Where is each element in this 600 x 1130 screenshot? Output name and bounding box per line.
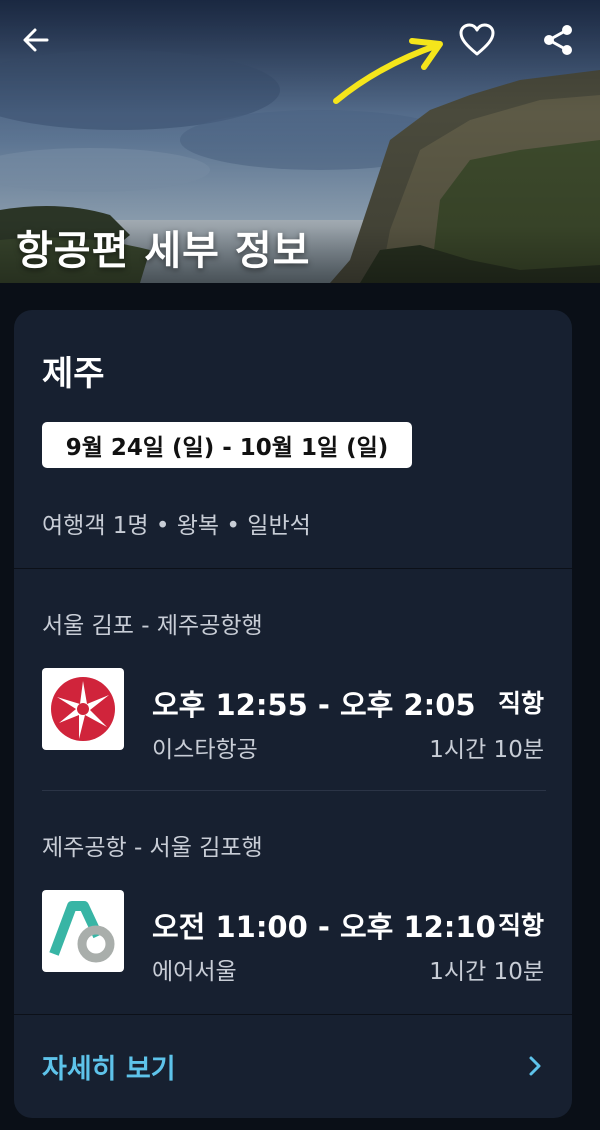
trip-summary: 여행객 1명 • 왕복 • 일반석 [42, 513, 311, 539]
return-flight-times: 오전 11:00 - 오후 12:10 [152, 910, 496, 944]
destination-title: 제주 [42, 354, 105, 394]
view-details-label: 자세히 보기 [42, 1053, 176, 1085]
share-icon [544, 25, 572, 55]
annotation-arrow [333, 38, 443, 104]
outbound-flight-times: 오후 12:55 - 오후 2:05 [152, 688, 476, 722]
page-title: 항공편 세부 정보 [16, 228, 311, 274]
air-seoul-logo [42, 890, 124, 972]
view-details-button[interactable]: 자세히 보기 [14, 1014, 572, 1118]
return-airline: 에어서울 [152, 959, 237, 985]
return-duration: 1시간 10분 [429, 959, 544, 985]
arrow-left-icon [23, 28, 49, 52]
eastar-jet-logo [42, 668, 124, 750]
outbound-airline: 이스타항공 [152, 737, 258, 763]
outbound-stops: 직항 [497, 689, 544, 718]
flight-details-card: 제주 9월 24일 (일) - 10월 1일 (일) 여행객 1명 • 왕복 •… [14, 310, 572, 1118]
return-route-label: 제주공항 - 서울 김포행 [42, 835, 263, 861]
chevron-right-icon [529, 1056, 541, 1076]
outbound-route-label: 서울 김포 - 제주공항행 [42, 613, 263, 639]
air-seoul-logo-icon [49, 901, 115, 963]
hero-banner: 항공편 세부 정보 [0, 0, 600, 283]
share-button[interactable] [536, 18, 580, 62]
date-range-chip: 9월 24일 (일) - 10월 1일 (일) [42, 422, 412, 468]
heart-outline-icon [459, 23, 495, 56]
flight-divider [42, 790, 546, 791]
favorite-button[interactable] [455, 18, 499, 62]
return-stops: 직항 [497, 911, 544, 940]
outbound-duration: 1시간 10분 [429, 737, 544, 763]
section-divider [14, 568, 572, 569]
eastar-jet-logo-icon [51, 677, 115, 741]
back-button[interactable] [14, 18, 58, 62]
